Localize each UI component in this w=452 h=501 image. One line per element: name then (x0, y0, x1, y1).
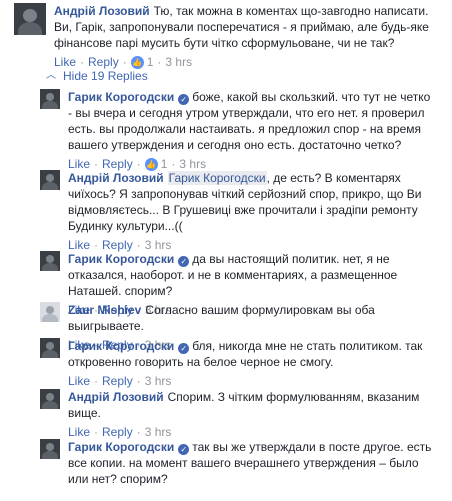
avatar[interactable] (14, 3, 46, 35)
comment-author[interactable]: Гарик Корогодски (68, 90, 174, 104)
comment-text: Zaur Mishiev Согласно вашим формулировкам… (68, 302, 434, 334)
reply-comment: Гарик Корогодски ✓ так вы же утверждали в … (40, 439, 444, 487)
comment-text: Гарик Корогодски ✓ да вы настоящий политик… (68, 251, 434, 299)
separator: · (157, 55, 162, 69)
avatar[interactable] (40, 251, 60, 271)
separator: · (94, 425, 99, 439)
comment-actions: Like · Reply · 3 hrs (68, 373, 434, 389)
reply-comment: Андрій Лозовий Гарик Корогодски, де есть?… (40, 170, 444, 253)
separator: · (94, 374, 99, 388)
reply-button[interactable]: Reply (102, 424, 133, 440)
timestamp[interactable]: 3 hrs (165, 54, 192, 70)
like-button[interactable]: Like (68, 373, 90, 389)
comment-text: Андрій Лозовий Тю, так можна в коментах щ… (54, 3, 432, 51)
separator: · (136, 425, 141, 439)
timestamp[interactable]: 3 hrs (145, 424, 172, 440)
avatar[interactable] (40, 338, 60, 358)
separator: · (136, 374, 141, 388)
thumbs-up-icon[interactable]: 👍 (144, 157, 158, 171)
reply-comment: Гарик Корогодски ✓ боже, какой вы скользки… (40, 89, 444, 172)
comment-actions: Like · Reply · 3 hrs (68, 424, 434, 440)
like-button[interactable]: Like (68, 424, 90, 440)
hide-replies-label: Hide 19 Replies (63, 69, 148, 83)
verified-badge-icon: ✓ (178, 343, 190, 354)
mention-link[interactable]: Гарик Корогодски (167, 171, 267, 185)
reply-comment: Гарик Корогодски ✓ бля, никогда мне не ста… (40, 338, 444, 389)
comment-thread: Андрій Лозовий Тю, так можна в коментах щ… (0, 0, 452, 501)
comment-text: Андрій Лозовий Спорим. З чітким формулюва… (68, 389, 434, 421)
hide-replies-button[interactable]: ︿ Hide 19 Replies (46, 68, 148, 84)
comment-author[interactable]: Гарик Корогодски (68, 339, 174, 353)
verified-badge-icon: ✓ (178, 94, 190, 105)
comment-text: Гарик Корогодски ✓ бля, никогда мне не ста… (68, 338, 434, 370)
comment-text: Гарик Корогодски ✓ боже, какой вы скользки… (68, 89, 434, 153)
comment-text: Гарик Корогодски ✓ так вы же утверждали в … (68, 439, 434, 487)
avatar[interactable] (40, 389, 60, 409)
comment-author[interactable]: Андрій Лозовий (68, 171, 164, 185)
comment-author[interactable]: Андрій Лозовий (54, 4, 150, 18)
comment-author[interactable]: Гарик Корогодски (68, 252, 174, 266)
comment-author[interactable]: Zaur Mishiev (68, 303, 141, 317)
avatar[interactable] (40, 89, 60, 109)
chevron-up-icon: ︿ (46, 70, 56, 81)
thumbs-up-icon[interactable]: 👍 (130, 55, 144, 69)
timestamp[interactable]: 3 hrs (145, 373, 172, 389)
avatar[interactable] (40, 170, 60, 190)
verified-badge-icon: ✓ (178, 256, 190, 267)
comment-text: Андрій Лозовий Гарик Корогодски, де есть?… (68, 170, 434, 234)
comment-author[interactable]: Гарик Корогодски (68, 440, 174, 454)
verified-badge-icon: ✓ (178, 444, 190, 455)
reply-comment: Андрій Лозовий Спорим. З чітким формулюва… (40, 389, 444, 440)
comment-author[interactable]: Андрій Лозовий (68, 390, 164, 404)
comment: Андрій Лозовий Тю, так можна в коментах щ… (14, 3, 444, 70)
avatar[interactable] (40, 302, 60, 322)
reply-button[interactable]: Reply (102, 373, 133, 389)
avatar[interactable] (40, 439, 60, 459)
